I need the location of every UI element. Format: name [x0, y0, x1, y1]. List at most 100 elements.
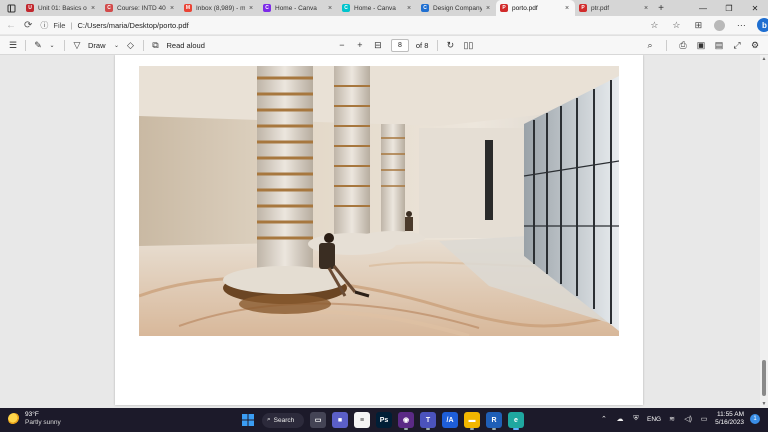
scheme-label: File [53, 20, 66, 30]
revit-icon[interactable]: R [486, 412, 502, 430]
file-explorer-icon[interactable]: ▬ [464, 412, 480, 430]
toolbar-divider [142, 39, 144, 51]
toolbar-divider [25, 39, 26, 51]
zoom-in-button[interactable]: + [353, 38, 367, 52]
rotate-icon[interactable]: ↻ [443, 38, 457, 52]
security-icon[interactable]: ⛨ [631, 414, 641, 424]
clock-date: 5/16/2023 [715, 419, 744, 426]
vertical-scrollbar[interactable]: ▲ ▼ [760, 55, 768, 408]
tab-close-icon[interactable]: × [328, 5, 334, 12]
refresh-button[interactable]: ⟳ [24, 18, 32, 32]
bing-copilot-button[interactable]: b [757, 18, 768, 32]
tab-label: porto.pdf [512, 4, 538, 12]
scroll-down-icon[interactable]: ▼ [761, 401, 767, 407]
tab-actions-menu-icon[interactable] [0, 0, 22, 16]
eraser-icon[interactable]: ◇ [124, 38, 138, 52]
save-icon[interactable]: ▣ [694, 38, 708, 52]
teams-chat-icon[interactable]: ■ [332, 412, 348, 428]
task-view-icon[interactable]: ▭ [310, 412, 326, 428]
notepad-icon[interactable]: ≡ [354, 412, 370, 428]
draw-icon[interactable]: ▽ [70, 38, 84, 52]
tab-favicon-icon: C [421, 4, 429, 12]
language-indicator[interactable]: ENG [647, 416, 661, 423]
tab-list: U Unit 01: Basics of × C Course: INTD 400 × M I… [22, 0, 654, 16]
scroll-up-icon[interactable]: ▲ [761, 56, 767, 62]
favorites-icon[interactable]: ☆ [670, 19, 682, 31]
volume-icon[interactable]: ◁) [683, 414, 693, 424]
contents-icon[interactable]: ☰ [6, 38, 20, 52]
wifi-icon[interactable]: ≋ [667, 414, 677, 424]
tab-label: Unit 01: Basics of [38, 4, 87, 12]
browser-tab[interactable]: C Home - Canva × [259, 0, 338, 16]
more-options-icon[interactable]: ⋯ [735, 19, 747, 31]
premiere-icon[interactable]: /A [442, 412, 458, 428]
clock[interactable]: 11:55 AM 5/16/2023 [715, 411, 744, 427]
browser-tab[interactable]: Pporto.pdf × [496, 0, 575, 16]
browser-tab[interactable]: C Course: INTD 400 × [101, 0, 180, 16]
add-favorite-icon[interactable]: ☆ [648, 19, 660, 31]
fit-page-icon[interactable]: ⊟ [371, 38, 385, 52]
page-total-label: of 8 [415, 40, 429, 50]
browser-tab[interactable]: U Unit 01: Basics of × [22, 0, 101, 16]
print-icon[interactable]: ⎙ [676, 38, 690, 52]
close-window-button[interactable]: ✕ [742, 0, 768, 16]
tab-favicon-icon: P [579, 4, 587, 12]
back-button[interactable]: ← [6, 18, 16, 32]
address-field[interactable]: ⓘ File | C:/Users/maria/Desktop/porto.pd… [40, 18, 640, 32]
browser-tab-bar: U Unit 01: Basics of × C Course: INTD 400 × M I… [0, 0, 768, 16]
settings-gear-icon[interactable]: ⚙ [748, 38, 762, 52]
windows-taskbar: 93°F Partly sunny ⌕ Search ▭ ■ ≡ Ps ◉ T/A ▬ Re ⌃ … [0, 408, 768, 432]
new-tab-button[interactable]: + [654, 0, 668, 16]
search-icon[interactable]: ⌕ [643, 38, 657, 52]
info-icon[interactable]: ⓘ [40, 20, 48, 31]
zoom-out-button[interactable]: − [335, 38, 349, 52]
profile-avatar[interactable] [714, 19, 726, 31]
tab-close-icon[interactable]: × [170, 5, 176, 12]
tab-label: Home - Canva [354, 4, 396, 12]
page-view-icon[interactable]: ▯▯ [461, 38, 475, 52]
edge-icon[interactable]: e [508, 412, 524, 430]
read-aloud-icon[interactable]: ⧉ [149, 38, 163, 52]
tab-close-icon[interactable]: × [249, 5, 255, 12]
pdf-viewer[interactable]: ▲ ▼ [0, 55, 768, 408]
tab-close-icon[interactable]: × [91, 5, 97, 12]
draw-button[interactable]: Draw [84, 41, 110, 50]
fullscreen-icon[interactable]: ⤢ [730, 38, 744, 52]
pdf-page [115, 55, 643, 405]
highlight-icon[interactable]: ✎ [31, 38, 45, 52]
photoshop-icon[interactable]: Ps [376, 412, 392, 428]
restore-button[interactable]: ❐ [716, 0, 742, 16]
browser-tab[interactable]: Pptr.pdf × [575, 0, 654, 16]
tab-close-icon[interactable]: × [407, 5, 413, 12]
tab-favicon-icon: P [500, 4, 508, 12]
minimize-button[interactable]: — [690, 0, 716, 16]
obs-icon[interactable]: ◉ [398, 412, 414, 430]
battery-icon[interactable]: ▭ [699, 414, 709, 424]
teams-icon[interactable]: T [420, 412, 436, 430]
url-text[interactable]: C:/Users/maria/Desktop/porto.pdf [77, 21, 188, 30]
tab-close-icon[interactable]: × [565, 5, 571, 12]
browser-tab[interactable]: C Home - Canva × [338, 0, 417, 16]
collections-icon[interactable]: ⊞ [692, 19, 704, 31]
read-aloud-button[interactable]: Read aloud [163, 41, 209, 50]
chevron-up-icon[interactable]: ⌃ [599, 414, 609, 424]
onedrive-icon[interactable]: ☁ [615, 414, 625, 424]
page-number-input[interactable]: 8 [390, 38, 409, 52]
tab-close-icon[interactable]: × [644, 5, 650, 12]
weather-widget[interactable]: 93°F Partly sunny [8, 411, 61, 427]
scroll-thumb[interactable] [762, 360, 766, 396]
chevron-down-icon[interactable]: ⌄ [45, 38, 59, 52]
tab-label: Course: INTD 400 [117, 4, 166, 12]
notification-badge[interactable]: 1 [750, 414, 760, 424]
tab-label: Design Company [433, 4, 482, 12]
browser-tab[interactable]: M Inbox (8,989) - m × [180, 0, 259, 16]
windows-start-icon[interactable] [240, 412, 256, 428]
browser-tab[interactable]: C Design Company × [417, 0, 496, 16]
taskbar-search[interactable]: ⌕ Search [262, 412, 304, 428]
taskbar-search-label: Search [273, 416, 295, 424]
save-as-icon[interactable]: ▤ [712, 38, 726, 52]
chevron-down-icon[interactable]: ⌄ [110, 38, 124, 52]
tab-favicon-icon: C [342, 4, 350, 12]
tab-close-icon[interactable]: × [486, 5, 492, 12]
taskbar-apps: ⌕ Search ▭ ■ ≡ Ps ◉ T/A ▬ Re [240, 411, 524, 430]
